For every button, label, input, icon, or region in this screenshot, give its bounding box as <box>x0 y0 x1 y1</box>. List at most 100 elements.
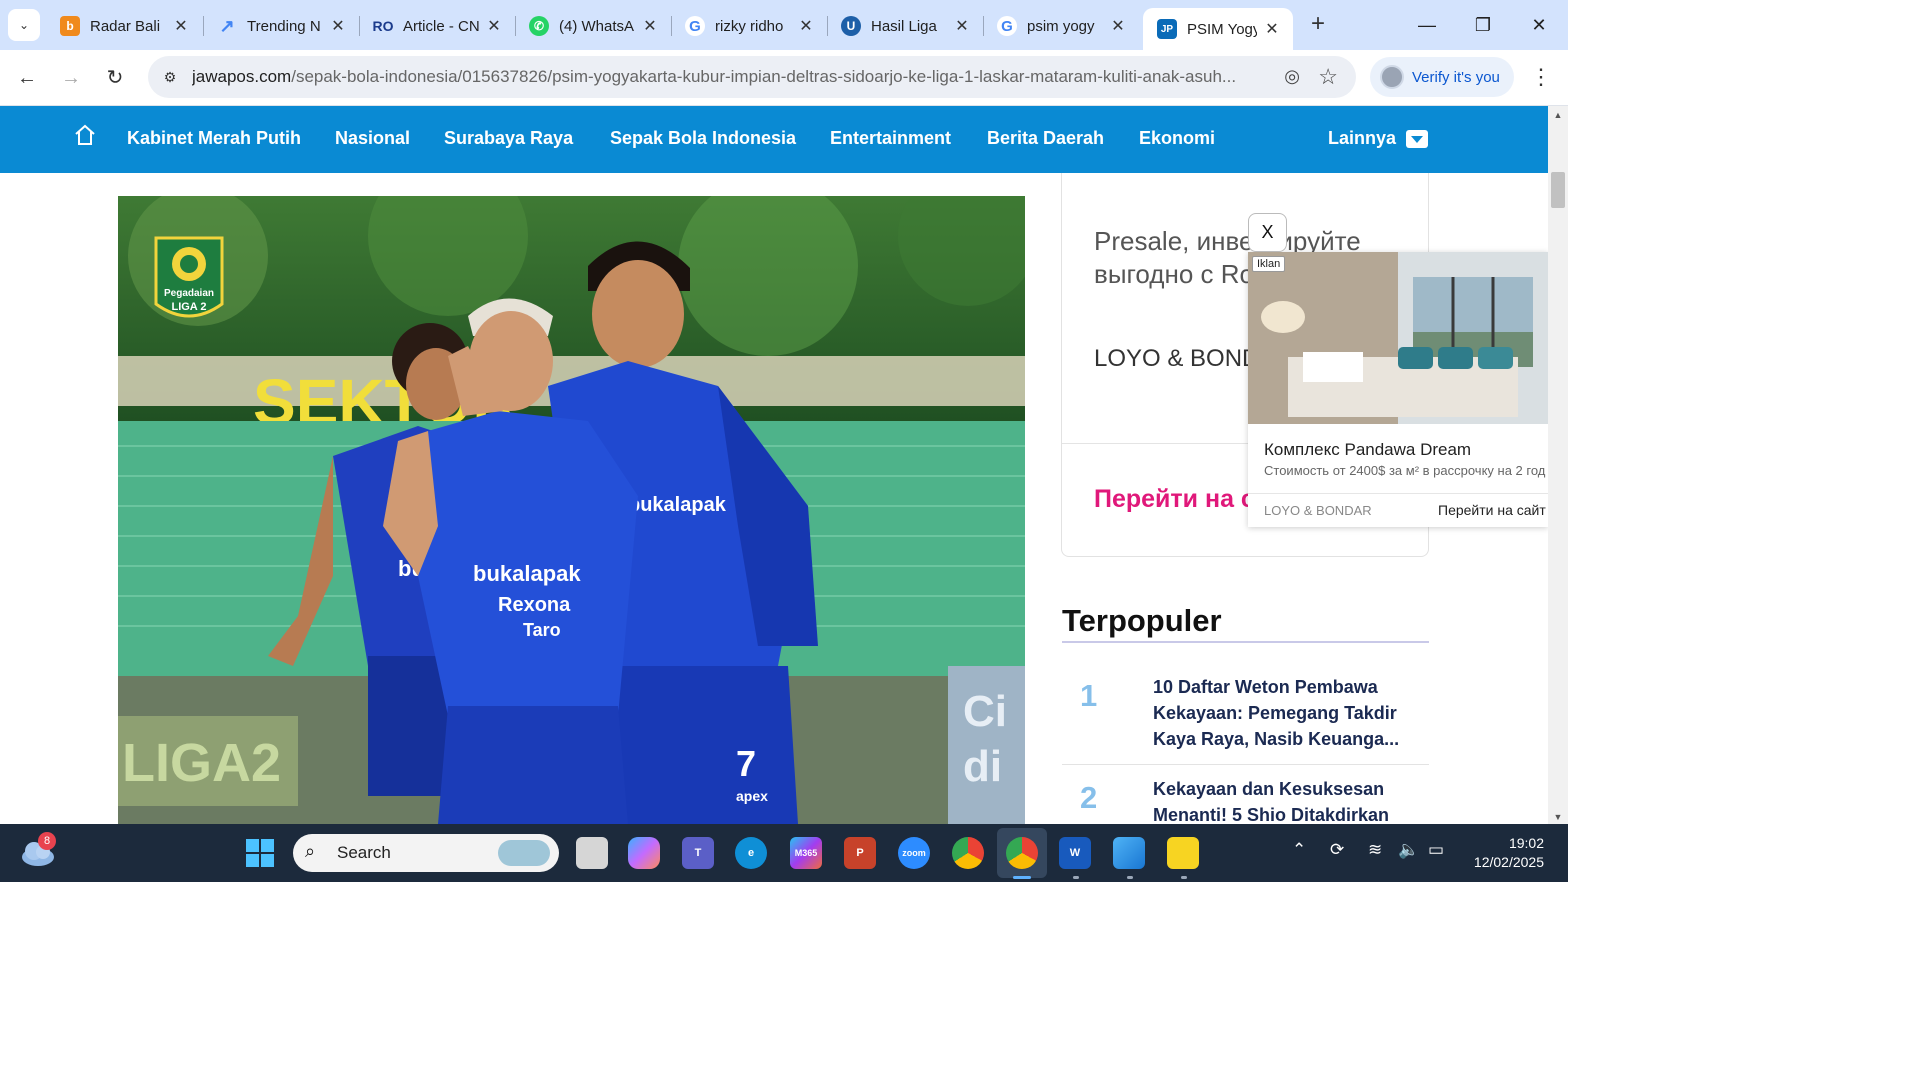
close-icon[interactable]: ✕ <box>953 16 971 36</box>
close-icon[interactable]: ✕ <box>329 16 347 36</box>
nav-entertainment[interactable]: Entertainment <box>830 128 951 149</box>
close-icon[interactable]: ✕ <box>641 16 659 36</box>
jersey-sponsor-1: bukalapak <box>473 561 581 586</box>
chrome-profile-icon[interactable] <box>1006 837 1038 869</box>
chevron-up-icon[interactable]: ⌃ <box>1292 840 1306 860</box>
close-icon[interactable]: ✕ <box>485 16 503 36</box>
ad-cta-link[interactable]: Перейти на с <box>1094 485 1255 514</box>
jawapos-icon: JP <box>1157 19 1177 39</box>
site-navigation: Kabinet Merah Putih Nasional Surabaya Ra… <box>0 106 1548 173</box>
search-highlight-icon <box>498 840 550 866</box>
ad-close-button[interactable]: X <box>1248 213 1287 252</box>
address-bar[interactable]: ⚙ jawapos.com/sepak-bola-indonesia/01563… <box>148 56 1356 98</box>
running-indicator <box>1127 876 1133 879</box>
tab-psim-active[interactable]: JP PSIM Yogy ✕ <box>1143 8 1293 50</box>
popular-title[interactable]: 10 Daftar Weton Pembawa Kekayaan: Pemega… <box>1153 674 1423 752</box>
tab-radar-bali[interactable]: b Radar Bali ✕ <box>46 8 202 44</box>
taskbar: 8 ⌕ Search T e M365 P zoom W ⌃ ⟳ ≋ 🔈 ▭ 1… <box>0 824 1568 882</box>
badge-line1: Pegadaian <box>164 288 214 299</box>
more-vertical-icon: ⋮ <box>1530 64 1552 89</box>
url-text[interactable]: jawapos.com/sepak-bola-indonesia/0156378… <box>192 67 1262 87</box>
trending-chart-icon: ↗ <box>219 15 235 36</box>
close-icon[interactable]: ✕ <box>1109 16 1127 36</box>
menu-button[interactable]: ⋮ <box>1530 64 1552 90</box>
clock-date: 12/02/2025 <box>1473 854 1544 870</box>
popular-separator <box>1062 764 1429 765</box>
site-info-icon[interactable]: ⚙ <box>160 66 180 88</box>
minimize-button[interactable]: — <box>1402 10 1452 40</box>
nav-surabaya-raya[interactable]: Surabaya Raya <box>444 128 573 149</box>
m365-icon[interactable]: M365 <box>790 837 822 869</box>
new-tab-button[interactable]: + <box>1304 11 1332 39</box>
arrow-left-icon: ← <box>17 67 37 89</box>
back-button[interactable]: ← <box>12 63 42 93</box>
nav-ekonomi[interactable]: Ekonomi <box>1139 128 1215 149</box>
taskbar-search[interactable]: ⌕ Search <box>293 834 559 872</box>
chrome-icon[interactable] <box>952 837 984 869</box>
tab-article-cms[interactable]: RO Article - CN ✕ <box>359 8 515 44</box>
board-right-top-text: Ci <box>963 687 1007 736</box>
windows-start-icon[interactable] <box>246 839 274 867</box>
close-icon[interactable]: ✕ <box>1263 19 1281 39</box>
avatar <box>1380 65 1404 89</box>
ad-popup-brand: LOYO & BONDAR <box>1264 503 1372 518</box>
page-scrollbar[interactable]: ▲ ▼ <box>1548 106 1568 824</box>
tab-trending[interactable]: ↗ Trending N ✕ <box>203 8 359 44</box>
scroll-down-icon[interactable]: ▼ <box>1548 812 1568 822</box>
tab-google-psim[interactable]: G psim yogy ✕ <box>983 8 1139 44</box>
teams-icon[interactable]: T <box>682 837 714 869</box>
ad-popup-go-link[interactable]: Перейти на сайт <box>1438 502 1546 518</box>
system-clock[interactable]: 19:02 12/02/2025 <box>1460 834 1544 872</box>
tab-google-rizky[interactable]: G rizky ridho ✕ <box>671 8 827 44</box>
copilot-icon[interactable] <box>628 837 660 869</box>
popular-rank: 2 <box>1080 780 1098 815</box>
browser-toolbar: ← → ↻ ⚙ jawapos.com/sepak-bola-indonesia… <box>0 50 1568 106</box>
battery-icon[interactable]: ▭ <box>1428 840 1444 860</box>
eye-slash-icon[interactable]: ◎ <box>1284 66 1300 87</box>
popular-divider <box>1062 641 1429 643</box>
popular-rank: 1 <box>1080 678 1098 713</box>
nav-kabinet-merah-putih[interactable]: Kabinet Merah Putih <box>127 128 301 149</box>
tab-hasil-liga[interactable]: U Hasil Liga ✕ <box>827 8 983 44</box>
zoom-icon[interactable]: zoom <box>898 837 930 869</box>
file-explorer-icon[interactable] <box>576 837 608 869</box>
powerpoint-icon[interactable]: P <box>844 837 876 869</box>
home-icon[interactable] <box>74 124 98 148</box>
google-icon: G <box>997 16 1017 36</box>
jersey-brand: apex <box>736 788 768 804</box>
verify-label: Verify it's you <box>1412 68 1500 86</box>
clock-time: 19:02 <box>1508 835 1544 851</box>
scroll-thumb[interactable] <box>1551 172 1565 208</box>
close-icon: ✕ <box>1531 15 1547 35</box>
verify-profile-button[interactable]: Verify it's you <box>1370 57 1514 97</box>
sync-icon[interactable]: ⟳ <box>1330 840 1344 860</box>
radar-bali-icon: b <box>60 16 80 36</box>
nav-more-dropdown[interactable]: Lainnya <box>1328 128 1429 149</box>
bookmark-star-icon[interactable]: ☆ <box>1318 64 1338 90</box>
edge-icon[interactable]: e <box>735 837 767 869</box>
ad-popup[interactable]: Iklan Комплекс Pandawa Dream Стоимость о… <box>1248 252 1548 527</box>
reload-button[interactable]: ↻ <box>100 63 130 93</box>
photos-icon[interactable] <box>1113 837 1145 869</box>
scroll-up-icon[interactable]: ▲ <box>1548 110 1568 120</box>
nav-berita-daerah[interactable]: Berita Daerah <box>987 128 1104 149</box>
liga2-logo: Pegadaian LIGA 2 <box>154 236 224 318</box>
nav-nasional[interactable]: Nasional <box>335 128 410 149</box>
tab-search-button[interactable]: ⌄ <box>8 9 40 41</box>
ad-popup-image: Iklan <box>1248 252 1548 424</box>
close-icon[interactable]: ✕ <box>797 16 815 36</box>
sticky-notes-icon[interactable] <box>1167 837 1199 869</box>
close-icon[interactable]: ✕ <box>172 16 190 36</box>
forward-button[interactable]: → <box>56 63 86 93</box>
running-indicator <box>1181 876 1187 879</box>
word-icon[interactable]: W <box>1059 837 1091 869</box>
popular-title[interactable]: Kekayaan dan Kesuksesan Menanti! 5 Shio … <box>1153 776 1423 828</box>
nav-sepak-bola-indonesia[interactable]: Sepak Bola Indonesia <box>610 128 796 149</box>
tab-strip: ⌄ b Radar Bali ✕ ↗ Trending N ✕ RO Artic… <box>0 0 1568 50</box>
volume-icon[interactable]: 🔈 <box>1398 840 1419 860</box>
close-window-button[interactable]: ✕ <box>1514 10 1564 40</box>
ad-popup-divider <box>1248 493 1548 494</box>
wifi-icon[interactable]: ≋ <box>1368 840 1382 860</box>
tab-whatsapp[interactable]: ✆ (4) WhatsA ✕ <box>515 8 671 44</box>
restore-button[interactable]: ❐ <box>1458 10 1508 40</box>
